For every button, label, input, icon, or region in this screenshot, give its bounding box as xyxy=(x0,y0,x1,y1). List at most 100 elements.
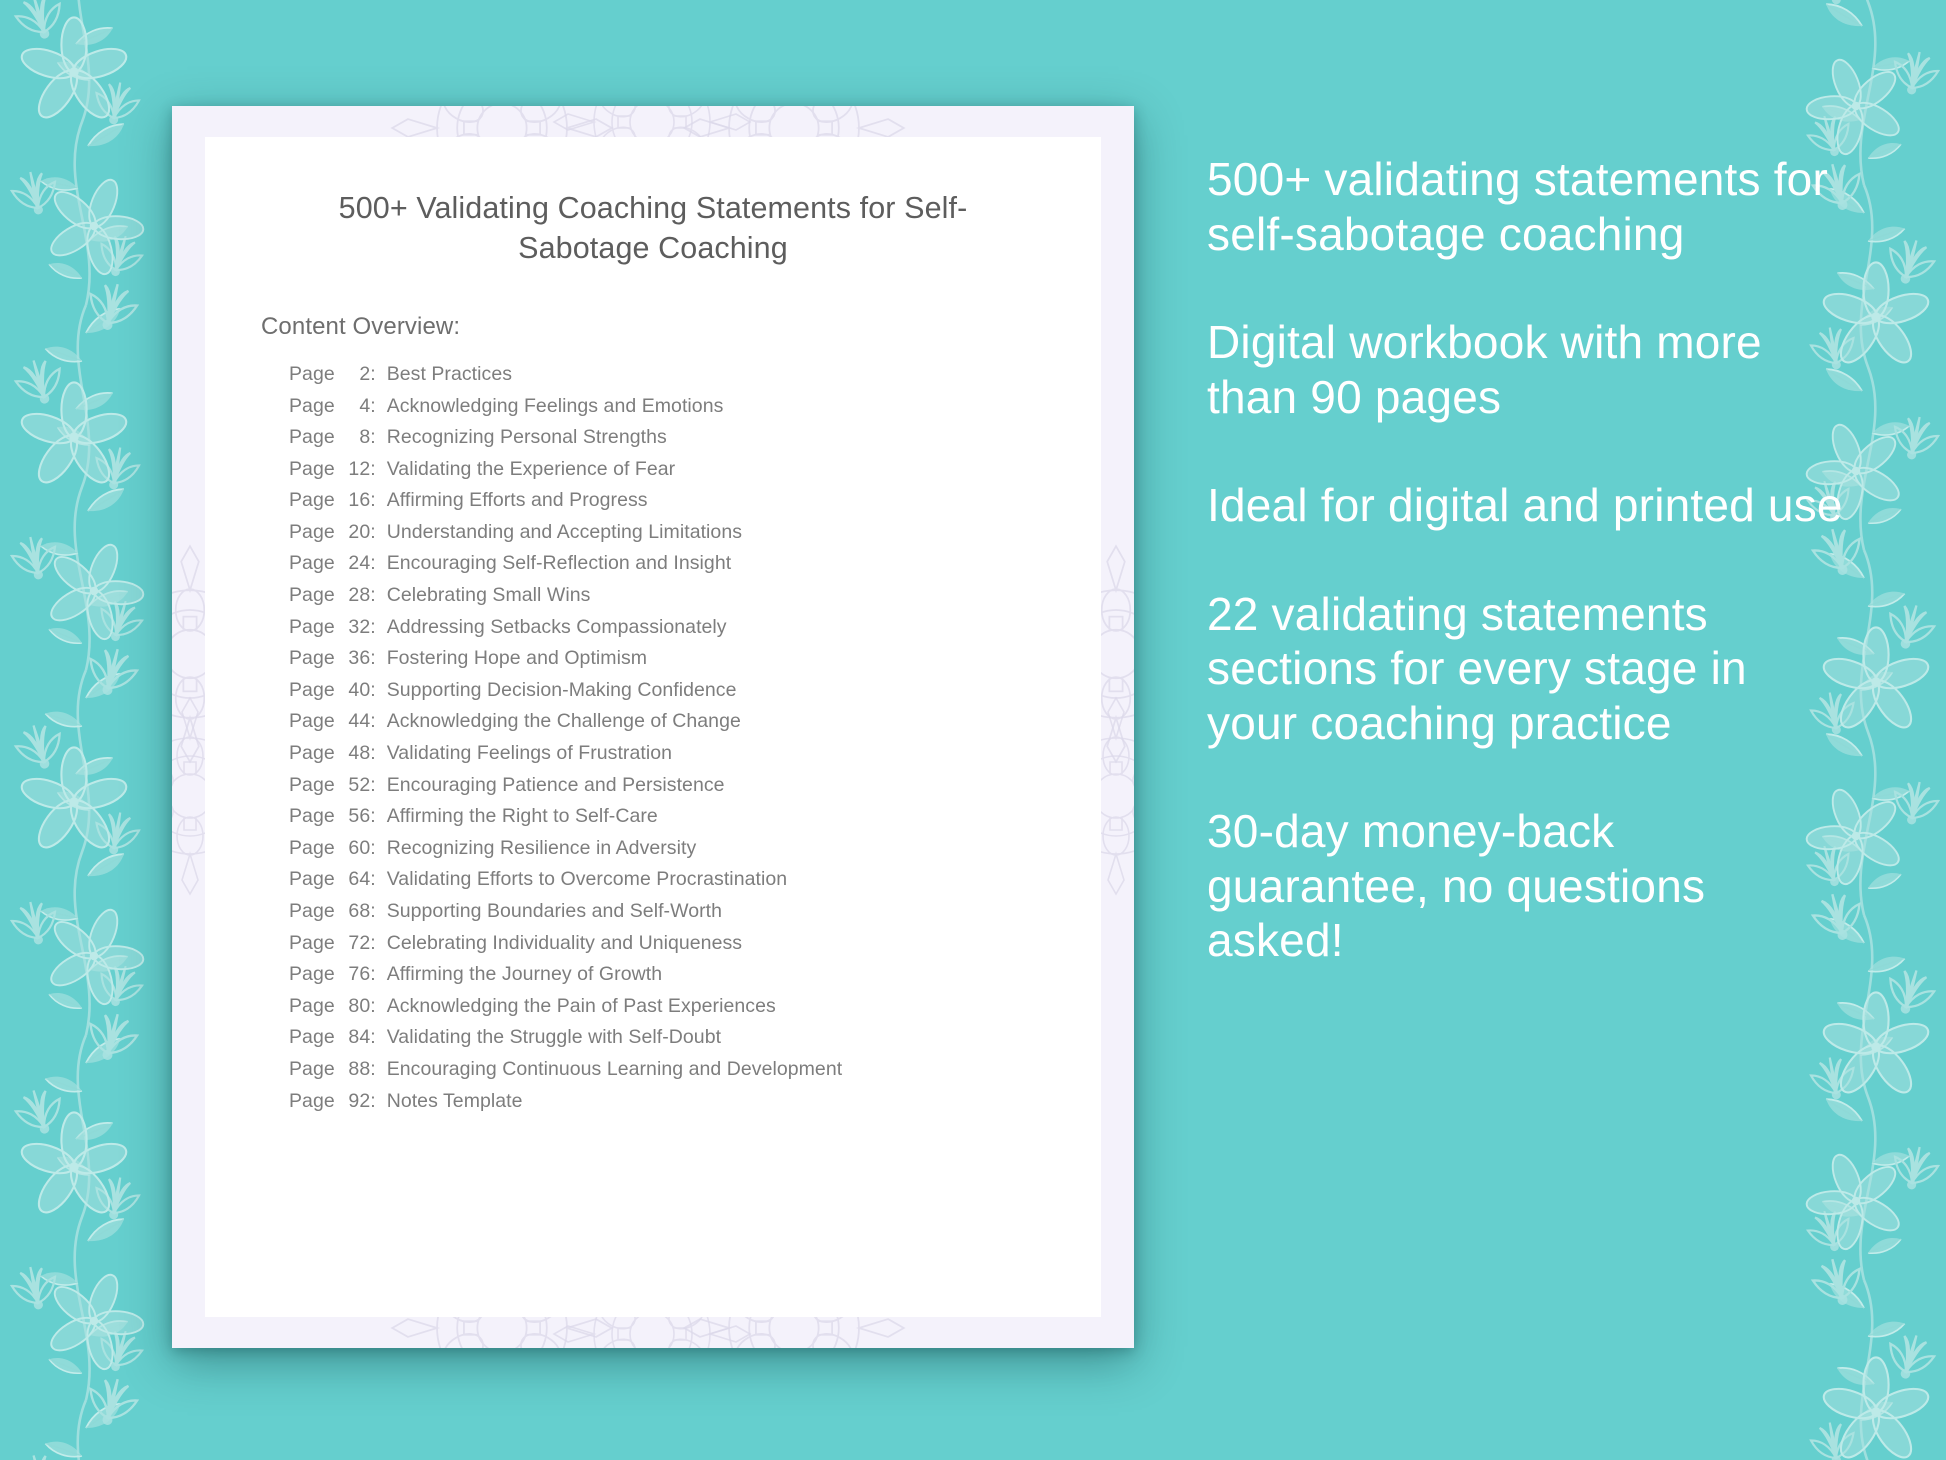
document-content-area: 500+ Validating Coaching Statements for … xyxy=(205,137,1101,1317)
toc-entry: Page 36: Fostering Hope and Optimism xyxy=(289,649,1101,681)
marketing-bullet: Ideal for digital and printed use xyxy=(1207,479,1843,531)
toc-page-number: 20 xyxy=(348,520,371,543)
toc-page-word: Page xyxy=(289,710,341,733)
toc-colon: : xyxy=(370,489,376,512)
toc-section-title: Best Practices xyxy=(386,362,513,385)
document-page-preview[interactable]: 500+ Validating Coaching Statements for … xyxy=(172,106,1134,1348)
toc-page-number: 32 xyxy=(348,615,371,638)
toc-entry: Page 24: Encouraging Self-Reflection and … xyxy=(289,554,1101,586)
toc-page-number: 4 xyxy=(359,394,371,417)
toc-page-word: Page xyxy=(289,868,341,891)
toc-page-number: 12 xyxy=(348,457,371,480)
toc-section-title: Validating the Struggle with Self-Doubt xyxy=(386,1026,722,1049)
toc-section-title: Validating Feelings of Frustration xyxy=(386,742,673,765)
toc-entry: Page 52: Encouraging Patience and Persist… xyxy=(289,773,1101,808)
toc-page-word: Page xyxy=(289,836,341,859)
toc-page-number: 36 xyxy=(348,647,371,670)
toc-section-title: Supporting Boundaries and Self-Worth xyxy=(386,900,722,922)
toc-page-word: Page xyxy=(289,426,341,449)
toc-section-title: Affirming Efforts and Progress xyxy=(386,489,648,512)
toc-entry: Page 84: Validating the Struggle with Sel… xyxy=(289,1028,1101,1060)
content-overview-heading: Content Overview: xyxy=(261,312,461,340)
toc-colon: : xyxy=(370,552,376,575)
toc-page-word: Page xyxy=(289,931,341,954)
toc-entry: Page 32: Addressing Setbacks Compassionat… xyxy=(289,615,1101,650)
toc-page-word: Page xyxy=(289,552,341,575)
toc-entry: Page 28: Celebrating Small Wins xyxy=(289,586,1101,618)
toc-section-title: Celebrating Small Wins xyxy=(386,584,591,607)
toc-colon: : xyxy=(370,836,376,859)
toc-page-number: 60 xyxy=(348,836,371,859)
toc-section-title: Celebrating Individuality and Uniqueness xyxy=(386,931,743,954)
toc-page-number: 56 xyxy=(348,805,371,828)
toc-entry: Page 12: Validating the Experience of Fea… xyxy=(289,457,1101,492)
toc-page-number: 84 xyxy=(348,1026,371,1049)
toc-section-title: Acknowledging the Pain of Past Experienc… xyxy=(386,994,776,1017)
toc-section-title: Affirming the Journey of Growth xyxy=(386,963,663,986)
toc-colon: : xyxy=(370,963,376,986)
toc-colon: : xyxy=(370,1089,376,1112)
toc-entry: Page 2: Best Practices xyxy=(289,362,1101,397)
toc-entry: Page 76: Affirming the Journey of Growth xyxy=(289,965,1101,997)
toc-colon: : xyxy=(370,868,376,891)
toc-colon: : xyxy=(370,426,376,449)
toc-page-number: 48 xyxy=(348,742,371,765)
toc-colon: : xyxy=(370,1057,376,1080)
toc-page-number: 88 xyxy=(348,1057,371,1080)
toc-entry: Page 68: Supporting Boundaries and Self-W… xyxy=(289,900,1101,934)
toc-section-title: Validating the Experience of Fear xyxy=(386,457,676,480)
toc-page-word: Page xyxy=(289,489,341,512)
toc-section-title: Affirming the Right to Self-Care xyxy=(386,805,658,828)
marketing-bullet: Digital workbook with more than 90 pages xyxy=(1207,316,1762,423)
toc-entry: Page 20: Understanding and Accepting Limi… xyxy=(289,520,1101,555)
toc-entry: Page 72: Celebrating Individuality and Un… xyxy=(289,931,1101,966)
toc-page-word: Page xyxy=(289,362,341,385)
toc-colon: : xyxy=(370,805,376,828)
marketing-bullet: 22 validating statements sections for ev… xyxy=(1207,587,1747,749)
toc-entry: Page 92: Notes Template xyxy=(289,1089,1101,1124)
marketing-bullet: 30-day money-back guarantee, no question… xyxy=(1207,805,1706,966)
toc-section-title: Understanding and Accepting Limitations xyxy=(386,520,743,543)
toc-section-title: Fostering Hope and Optimism xyxy=(386,647,648,670)
toc-page-word: Page xyxy=(289,805,341,828)
toc-entry: Page 80: Acknowledging the Pain of Past E… xyxy=(289,994,1101,1029)
toc-entry: Page 48: Validating Feelings of Frustrati… xyxy=(289,744,1101,776)
toc-page-word: Page xyxy=(289,900,341,922)
toc-section-title: Acknowledging Feelings and Emotions xyxy=(386,394,724,417)
toc-colon: : xyxy=(370,615,376,638)
toc-page-number: 24 xyxy=(348,552,371,575)
toc-entry: Page 88: Encouraging Continuous Learning … xyxy=(289,1057,1101,1092)
toc-section-title: Addressing Setbacks Compassionately xyxy=(386,615,727,638)
marketing-bullet: 500+ validating statements for self-sabo… xyxy=(1207,153,1828,260)
toc-colon: : xyxy=(370,520,376,543)
toc-page-word: Page xyxy=(289,1089,341,1112)
toc-page-word: Page xyxy=(289,457,341,480)
toc-page-word: Page xyxy=(289,678,341,701)
toc-entry: Page 4: Acknowledging Feelings and Emotio… xyxy=(289,394,1101,429)
toc-entry: Page 64: Validating Efforts to Overcome P… xyxy=(289,870,1101,902)
toc-page-number: 2 xyxy=(359,362,371,385)
toc-page-number: 40 xyxy=(348,678,371,701)
toc-section-title: Encouraging Patience and Persistence xyxy=(386,773,725,796)
table-of-contents-list: Page 2: Best Practices Page 4: Acknowledgin… xyxy=(205,341,1101,1123)
toc-page-word: Page xyxy=(289,773,341,796)
toc-page-number: 28 xyxy=(348,584,371,607)
toc-page-word: Page xyxy=(289,520,341,543)
toc-colon: : xyxy=(370,773,376,796)
toc-page-number: 52 xyxy=(348,773,371,796)
toc-section-title: Encouraging Self-Reflection and Insight xyxy=(386,552,732,575)
toc-page-number: 44 xyxy=(348,710,371,733)
toc-section-title: Validating Efforts to Overcome Procrasti… xyxy=(386,868,788,891)
toc-page-number: 92 xyxy=(348,1089,371,1112)
document-title: 500+ Validating Coaching Statements for … xyxy=(338,191,968,265)
toc-colon: : xyxy=(370,994,376,1017)
toc-page-number: 68 xyxy=(348,900,371,922)
toc-section-title: Recognizing Personal Strengths xyxy=(386,426,667,449)
toc-page-number: 64 xyxy=(348,868,371,891)
toc-page-word: Page xyxy=(289,584,341,607)
toc-colon: : xyxy=(370,362,376,385)
toc-colon: : xyxy=(370,647,376,670)
toc-page-word: Page xyxy=(289,742,341,765)
toc-colon: : xyxy=(370,742,376,765)
toc-page-word: Page xyxy=(289,1026,341,1049)
